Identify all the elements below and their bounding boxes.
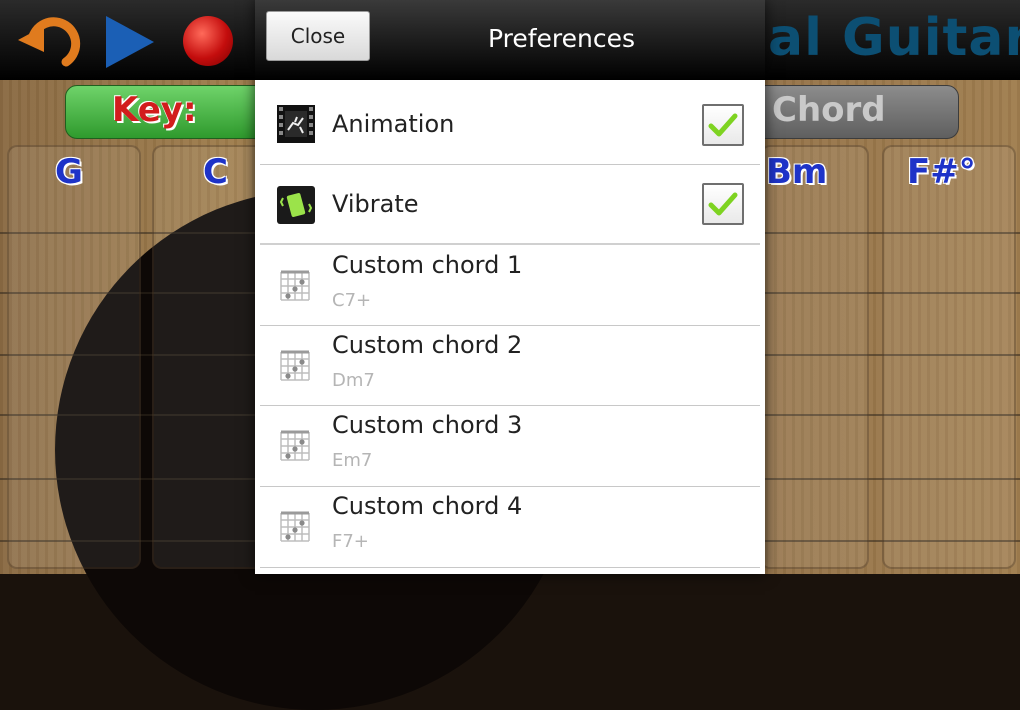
pref-row-custom-chord-3[interactable]: Custom chord 3 Em7 (260, 406, 760, 486)
key-label: Key: (112, 90, 197, 130)
pref-summary-custom-chord-2: Dm7 (332, 370, 375, 391)
pref-row-custom-chord-4[interactable]: Custom chord 4 F7+ (260, 487, 760, 567)
pref-row-vibrate[interactable]: Vibrate (260, 165, 760, 244)
pref-title-animation: Animation (332, 110, 455, 138)
pref-title-custom-chord-4: Custom chord 4 (332, 492, 523, 520)
pref-row-animation[interactable]: Animation (260, 84, 760, 164)
check-icon (708, 113, 738, 137)
chord-diagram-icon (277, 428, 313, 468)
pref-summary-custom-chord-3: Em7 (332, 450, 373, 471)
close-button[interactable]: Close (266, 11, 370, 61)
pref-title-vibrate: Vibrate (332, 190, 419, 218)
section-divider (260, 243, 760, 245)
chord-label-g: G (55, 152, 83, 192)
vibrate-icon (277, 186, 315, 228)
chord-diagram-icon (277, 509, 313, 549)
chord-column-fsharp-dim[interactable] (882, 145, 1016, 569)
pref-title-custom-chord-2: Custom chord 2 (332, 331, 523, 359)
pref-row-custom-chord-1[interactable]: Custom chord 1 C7+ (260, 246, 760, 325)
app-title: al Guitar (768, 8, 1020, 68)
chord-label-bm: Bm (766, 152, 828, 192)
pref-summary-custom-chord-1: C7+ (332, 290, 372, 311)
chord-column-c[interactable] (152, 145, 266, 569)
chord-label-c: C (203, 152, 228, 192)
chord-column-g[interactable] (7, 145, 141, 569)
pref-title-custom-chord-3: Custom chord 3 (332, 411, 523, 439)
record-icon[interactable] (183, 16, 233, 66)
preferences-dialog: Close Preferences Animation Vibrate Cust… (255, 0, 765, 574)
chord-diagram-icon (277, 268, 313, 308)
check-icon (708, 192, 738, 216)
play-icon[interactable] (104, 14, 156, 74)
row-divider (260, 567, 760, 568)
chord-column-bm[interactable] (760, 145, 869, 569)
chord-diagram-icon (277, 348, 313, 388)
pref-summary-custom-chord-4: F7+ (332, 531, 369, 552)
animation-checkbox[interactable] (702, 104, 744, 146)
dialog-title: Preferences (488, 24, 636, 53)
vibrate-checkbox[interactable] (702, 183, 744, 225)
chord-label: Chord (772, 90, 886, 130)
dialog-header: Close Preferences (255, 0, 765, 80)
animation-icon (277, 105, 315, 147)
undo-icon[interactable] (14, 12, 84, 76)
chord-label-fsharp-dim: F#° (907, 152, 976, 192)
pref-title-custom-chord-1: Custom chord 1 (332, 251, 523, 279)
pref-row-custom-chord-2[interactable]: Custom chord 2 Dm7 (260, 326, 760, 405)
